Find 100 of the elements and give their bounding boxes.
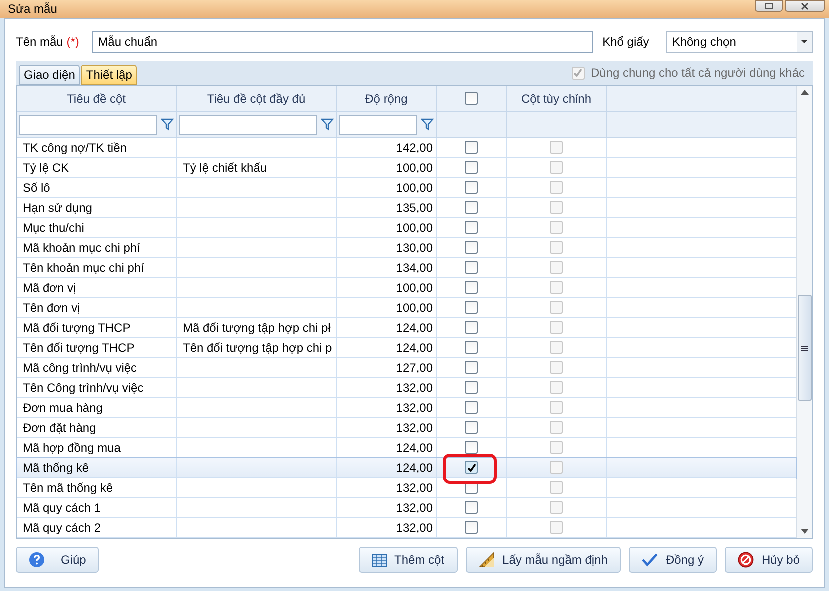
row-checkbox[interactable] <box>465 161 478 174</box>
row-checkbox[interactable] <box>465 381 478 394</box>
name-field[interactable]: Mẫu chuẩn <box>92 31 593 53</box>
select-all-checkbox[interactable] <box>465 92 478 105</box>
column-header[interactable]: Tiêu đề cột đầy đủ <box>177 86 337 111</box>
table-row[interactable]: Mã quy cách 2 132,00 <box>17 518 796 538</box>
table-row[interactable]: Mã hợp đồng mua 124,00 <box>17 438 796 458</box>
row-checkbox[interactable] <box>465 421 478 434</box>
table-row[interactable]: Mã công trình/vụ việc 127,00 <box>17 358 796 378</box>
row-checkbox[interactable] <box>465 261 478 274</box>
custom-checkbox[interactable] <box>550 501 563 514</box>
row-checkbox[interactable] <box>465 461 478 474</box>
table-row[interactable]: Tên đơn vị 100,00 <box>17 298 796 318</box>
filter-icon[interactable] <box>321 118 334 131</box>
custom-checkbox[interactable] <box>550 301 563 314</box>
table-row[interactable]: Tên mã thống kê 132,00 <box>17 478 796 498</box>
scroll-up-icon[interactable] <box>800 90 808 95</box>
cancel-button[interactable]: Hủy bỏ <box>724 547 813 573</box>
table-cell-text: 124,00 <box>396 340 433 356</box>
row-checkbox[interactable] <box>465 241 478 254</box>
row-checkbox[interactable] <box>465 441 478 454</box>
custom-checkbox[interactable] <box>550 201 563 214</box>
custom-checkbox[interactable] <box>550 321 563 334</box>
row-checkbox[interactable] <box>465 521 478 534</box>
table-cell: Tên mã thống kê <box>17 478 177 497</box>
column-header[interactable]: Tiêu đề cột <box>17 86 177 111</box>
table-icon <box>372 554 387 566</box>
column-header[interactable]: Độ rộng <box>337 86 437 111</box>
custom-checkbox[interactable] <box>550 161 563 174</box>
custom-checkbox[interactable] <box>550 221 563 234</box>
row-checkbox[interactable] <box>465 221 478 234</box>
table-cell-text: 132,00 <box>396 400 433 416</box>
custom-checkbox[interactable] <box>550 361 563 374</box>
table-cell: Tên đối tượng THCP <box>17 338 177 357</box>
row-checkbox[interactable] <box>465 181 478 194</box>
table-cell-text: 100,00 <box>396 180 433 196</box>
row-checkbox[interactable] <box>465 281 478 294</box>
load-default-button[interactable]: Lấy mẫu ngầm định <box>466 547 621 573</box>
custom-checkbox[interactable] <box>550 461 563 474</box>
filter-field[interactable] <box>19 114 157 134</box>
table-row[interactable]: Số lô 100,00 <box>17 178 796 198</box>
table-row[interactable]: Tên khoản mục chi phí 134,00 <box>17 258 796 278</box>
shared-label: Dùng chung cho tất cả người dùng khác <box>590 65 805 82</box>
scroll-thumb[interactable] <box>798 295 812 401</box>
custom-checkbox[interactable] <box>550 521 563 534</box>
table-row[interactable]: Đơn mua hàng 132,00 <box>17 398 796 418</box>
custom-checkbox[interactable] <box>550 341 563 354</box>
row-checkbox[interactable] <box>465 501 478 514</box>
table-cell-text: Tên đối tượng tập hợp chi p <box>183 340 332 356</box>
tab[interactable]: Thiết lập <box>81 65 138 85</box>
row-checkbox[interactable] <box>465 361 478 374</box>
table-row[interactable]: Mã khoản mục chi phí 130,00 <box>17 238 796 258</box>
table-cell-text: 132,00 <box>396 480 433 496</box>
custom-checkbox[interactable] <box>550 241 563 254</box>
filter-icon[interactable] <box>421 118 434 131</box>
table-cell-text: 124,00 <box>396 460 433 476</box>
table-cell-text: 100,00 <box>396 220 433 236</box>
column-header[interactable]: Cột tùy chỉnh <box>507 86 607 111</box>
custom-checkbox[interactable] <box>550 181 563 194</box>
table-row[interactable]: Mã quy cách 1 132,00 <box>17 498 796 518</box>
tab[interactable]: Giao diện <box>19 65 80 85</box>
table-row[interactable]: Tỷ lệ CK Tỷ lệ chiết khấu 100,00 <box>17 158 796 178</box>
row-checkbox[interactable] <box>465 301 478 314</box>
custom-checkbox[interactable] <box>550 381 563 394</box>
table-row[interactable]: Mã đối tượng THCP Mã đối tượng tập hợp chi pł 124,00 <box>17 318 796 338</box>
custom-checkbox[interactable] <box>550 401 563 414</box>
filter-field[interactable] <box>339 114 417 134</box>
table-row[interactable]: Mã đơn vị 100,00 <box>17 278 796 298</box>
scroll-down-icon[interactable] <box>800 529 808 534</box>
custom-checkbox[interactable] <box>550 421 563 434</box>
table-cell-text: 100,00 <box>396 280 433 296</box>
table-cell: Mã khoản mục chi phí <box>17 238 177 257</box>
filter-field[interactable] <box>179 114 317 134</box>
row-checkbox[interactable] <box>465 201 478 214</box>
table-cell: Mã đơn vị <box>17 278 177 297</box>
custom-checkbox[interactable] <box>550 141 563 154</box>
help-button[interactable]: Giúp <box>16 547 100 573</box>
close-button[interactable] <box>785 0 825 12</box>
custom-checkbox[interactable] <box>550 281 563 294</box>
custom-checkbox[interactable] <box>550 261 563 274</box>
add-column-button[interactable]: Thêm cột <box>358 547 458 573</box>
table-row[interactable]: TK công nợ/TK tiền 142,00 <box>17 138 796 158</box>
ok-button[interactable]: Đồng ý <box>628 547 717 573</box>
table-row[interactable]: Tên đối tượng THCP Tên đối tượng tập hợp chi p 124,00 <box>17 338 796 358</box>
restore-button[interactable] <box>755 0 783 12</box>
table-row[interactable]: Mục thu/chi 100,00 <box>17 218 796 238</box>
custom-checkbox[interactable] <box>550 441 563 454</box>
scrollbar[interactable] <box>796 86 812 538</box>
table-row[interactable]: Mã thống kê 124,00 <box>17 458 796 478</box>
row-checkbox[interactable] <box>465 401 478 414</box>
row-checkbox[interactable] <box>465 341 478 354</box>
table-row[interactable]: Hạn sử dụng 135,00 <box>17 198 796 218</box>
row-checkbox[interactable] <box>465 321 478 334</box>
row-checkbox[interactable] <box>465 141 478 154</box>
filter-icon[interactable] <box>161 118 174 131</box>
table-row[interactable]: Đơn đặt hàng 132,00 <box>17 418 796 438</box>
custom-checkbox[interactable] <box>550 481 563 494</box>
paper-dropdown[interactable]: Không chọn <box>666 31 813 53</box>
table-cell-text: 100,00 <box>396 300 433 316</box>
table-row[interactable]: Tên Công trình/vụ việc 132,00 <box>17 378 796 398</box>
